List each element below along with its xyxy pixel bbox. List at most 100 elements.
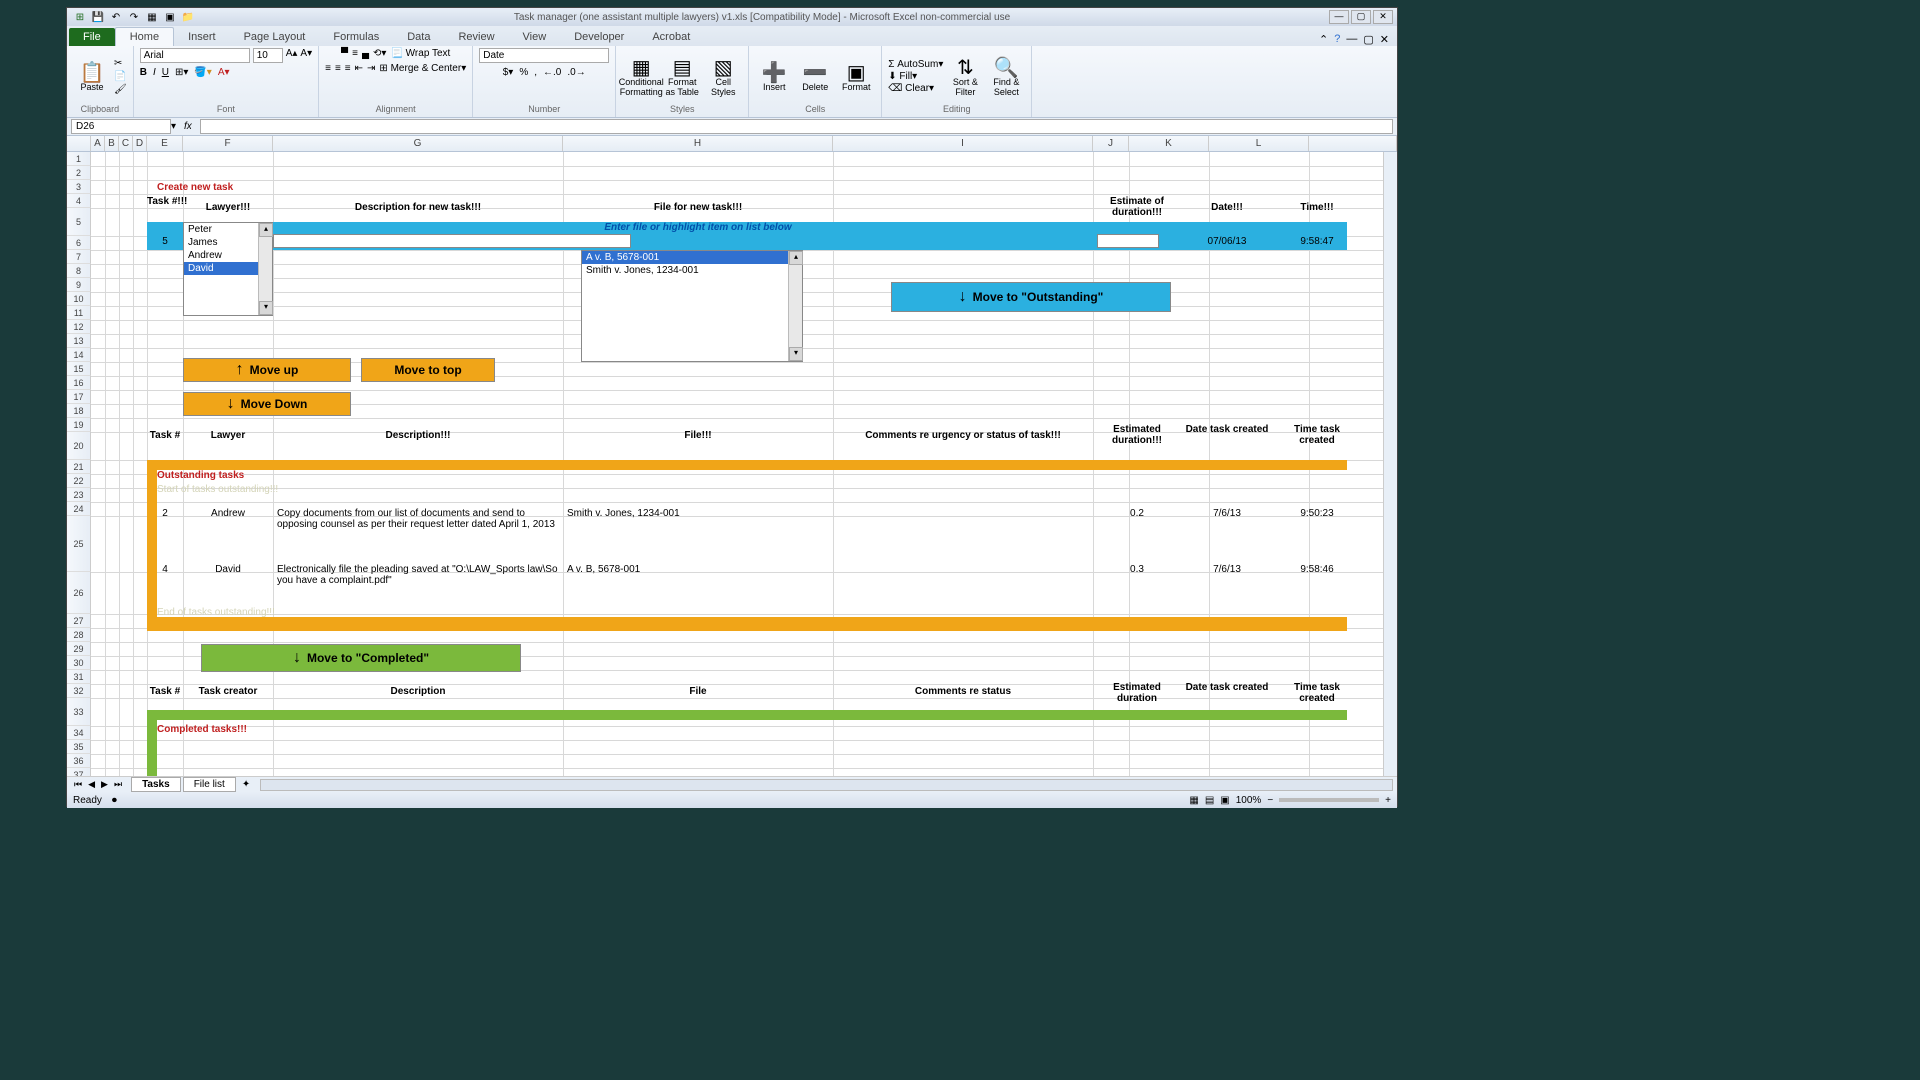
row-18[interactable]: 18	[67, 404, 91, 418]
tab-insert[interactable]: Insert	[174, 28, 230, 46]
comma-icon[interactable]: ,	[534, 67, 537, 78]
sheet-tab-tasks[interactable]: Tasks	[131, 777, 181, 792]
conditional-formatting-button[interactable]: ▦Conditional Formatting	[622, 55, 660, 97]
row-19[interactable]: 19	[67, 418, 91, 432]
tab-file[interactable]: File	[69, 28, 115, 46]
delete-button[interactable]: ➖Delete	[796, 55, 834, 97]
col-L[interactable]: L	[1209, 136, 1309, 151]
macro-record-icon[interactable]: ⏺	[112, 795, 117, 806]
tab-home[interactable]: Home	[115, 27, 174, 46]
lawyer-item-3[interactable]: David	[184, 262, 258, 275]
row-16[interactable]: 16	[67, 376, 91, 390]
row-5[interactable]: 5	[67, 208, 91, 236]
format-painter-icon[interactable]: 🖌	[114, 84, 127, 95]
sheet-prev-icon[interactable]: ◀	[85, 779, 98, 790]
sheet-tab-file-list[interactable]: File list	[183, 777, 236, 792]
indent-inc-icon[interactable]: ⇥	[367, 63, 375, 74]
move-to-top-button[interactable]: Move to top	[361, 358, 495, 382]
paste-button[interactable]: 📋Paste	[73, 55, 111, 97]
grid-content[interactable]: Create new task Task #!!! Lawyer!!! Desc…	[91, 152, 1383, 776]
row-37[interactable]: 37	[67, 768, 91, 776]
estimate-input-highlight[interactable]	[1097, 234, 1159, 248]
orientation-icon[interactable]: ⟲▾	[373, 48, 386, 59]
row-33[interactable]: 33	[67, 698, 91, 726]
font-color-button[interactable]: A▾	[218, 67, 230, 78]
row-24[interactable]: 24	[67, 502, 91, 516]
row-14[interactable]: 14	[67, 348, 91, 362]
row-26[interactable]: 26	[67, 572, 91, 614]
zoom-in-icon[interactable]: +	[1385, 795, 1391, 806]
format-as-table-button[interactable]: ▤Format as Table	[663, 55, 701, 97]
file-item-1[interactable]: Smith v. Jones, 1234-001	[582, 264, 788, 277]
new-sheet-icon[interactable]: ✦	[236, 779, 256, 790]
lawyer-item-1[interactable]: James	[184, 236, 258, 249]
tab-acrobat[interactable]: Acrobat	[638, 28, 704, 46]
copy-icon[interactable]: 📄	[114, 71, 127, 82]
view-page-layout-icon[interactable]: ▤	[1205, 795, 1214, 806]
col-E[interactable]: E	[147, 136, 183, 151]
row-3[interactable]: 3	[67, 180, 91, 194]
tab-formulas[interactable]: Formulas	[319, 28, 393, 46]
row-7[interactable]: 7	[67, 250, 91, 264]
increase-font-icon[interactable]: A▴	[286, 48, 298, 63]
font-name-combo[interactable]: Arial	[140, 48, 250, 63]
underline-button[interactable]: U	[162, 67, 169, 78]
row-35[interactable]: 35	[67, 740, 91, 754]
row-11[interactable]: 11	[67, 306, 91, 320]
sheet-first-icon[interactable]: ⏮	[71, 779, 85, 790]
merge-center-button[interactable]: ⊞ Merge & Center▾	[379, 63, 466, 74]
tab-view[interactable]: View	[509, 28, 561, 46]
align-top-icon[interactable]: ▀	[341, 48, 348, 59]
col-F[interactable]: F	[183, 136, 273, 151]
minimize-button[interactable]: —	[1329, 10, 1349, 24]
view-page-break-icon[interactable]: ▣	[1220, 795, 1229, 806]
fill-button[interactable]: ⬇ Fill▾	[888, 71, 943, 82]
tab-data[interactable]: Data	[393, 28, 444, 46]
row-17[interactable]: 17	[67, 390, 91, 404]
col-A[interactable]: A	[91, 136, 105, 151]
lawyer-listbox[interactable]: Peter James Andrew David ▴▾	[183, 222, 273, 316]
row-28[interactable]: 28	[67, 628, 91, 642]
dec-decimal-icon[interactable]: .0→	[567, 67, 585, 78]
row-31[interactable]: 31	[67, 670, 91, 684]
cell-styles-button[interactable]: ▧Cell Styles	[704, 55, 742, 97]
row-32[interactable]: 32	[67, 684, 91, 698]
row-36[interactable]: 36	[67, 754, 91, 768]
clear-button[interactable]: ⌫ Clear▾	[888, 83, 943, 94]
ribbon-min-icon[interactable]: —	[1346, 33, 1357, 46]
row-34[interactable]: 34	[67, 726, 91, 740]
move-up-button[interactable]: ↑Move up	[183, 358, 351, 382]
bold-button[interactable]: B	[140, 67, 147, 78]
find-select-button[interactable]: 🔍Find & Select	[987, 55, 1025, 97]
folder-icon[interactable]: 📁	[181, 10, 195, 24]
lawyer-item-0[interactable]: Peter	[184, 223, 258, 236]
row-10[interactable]: 10	[67, 292, 91, 306]
align-left-icon[interactable]: ≡	[325, 63, 331, 74]
formula-input[interactable]	[200, 119, 1393, 134]
move-down-button[interactable]: ↓Move Down	[183, 392, 351, 416]
inc-decimal-icon[interactable]: ←.0	[543, 67, 561, 78]
scroll-down-icon[interactable]: ▾	[259, 301, 273, 315]
help-icon[interactable]: ?	[1334, 33, 1340, 46]
align-bottom-icon[interactable]: ▄	[362, 48, 369, 59]
currency-icon[interactable]: $▾	[503, 67, 514, 78]
decrease-font-icon[interactable]: A▾	[300, 48, 312, 63]
scroll-down-icon[interactable]: ▾	[789, 347, 803, 361]
row-8[interactable]: 8	[67, 264, 91, 278]
move-to-outstanding-button[interactable]: ↓Move to "Outstanding"	[891, 282, 1171, 312]
align-center-icon[interactable]: ≡	[335, 63, 341, 74]
lawyer-item-2[interactable]: Andrew	[184, 249, 258, 262]
col-J[interactable]: J	[1093, 136, 1129, 151]
zoom-out-icon[interactable]: −	[1267, 795, 1273, 806]
percent-icon[interactable]: %	[519, 67, 528, 78]
align-middle-icon[interactable]: ≡	[352, 48, 358, 59]
scroll-up-icon[interactable]: ▴	[789, 251, 803, 265]
move-to-completed-button[interactable]: ↓Move to "Completed"	[201, 644, 521, 672]
undo-icon[interactable]: ↶	[109, 10, 123, 24]
file-listbox[interactable]: A v. B, 5678-001 Smith v. Jones, 1234-00…	[581, 250, 803, 362]
col-I[interactable]: I	[833, 136, 1093, 151]
row-1[interactable]: 1	[67, 152, 91, 166]
align-right-icon[interactable]: ≡	[345, 63, 351, 74]
split-icon[interactable]: ▦	[145, 10, 159, 24]
row-9[interactable]: 9	[67, 278, 91, 292]
